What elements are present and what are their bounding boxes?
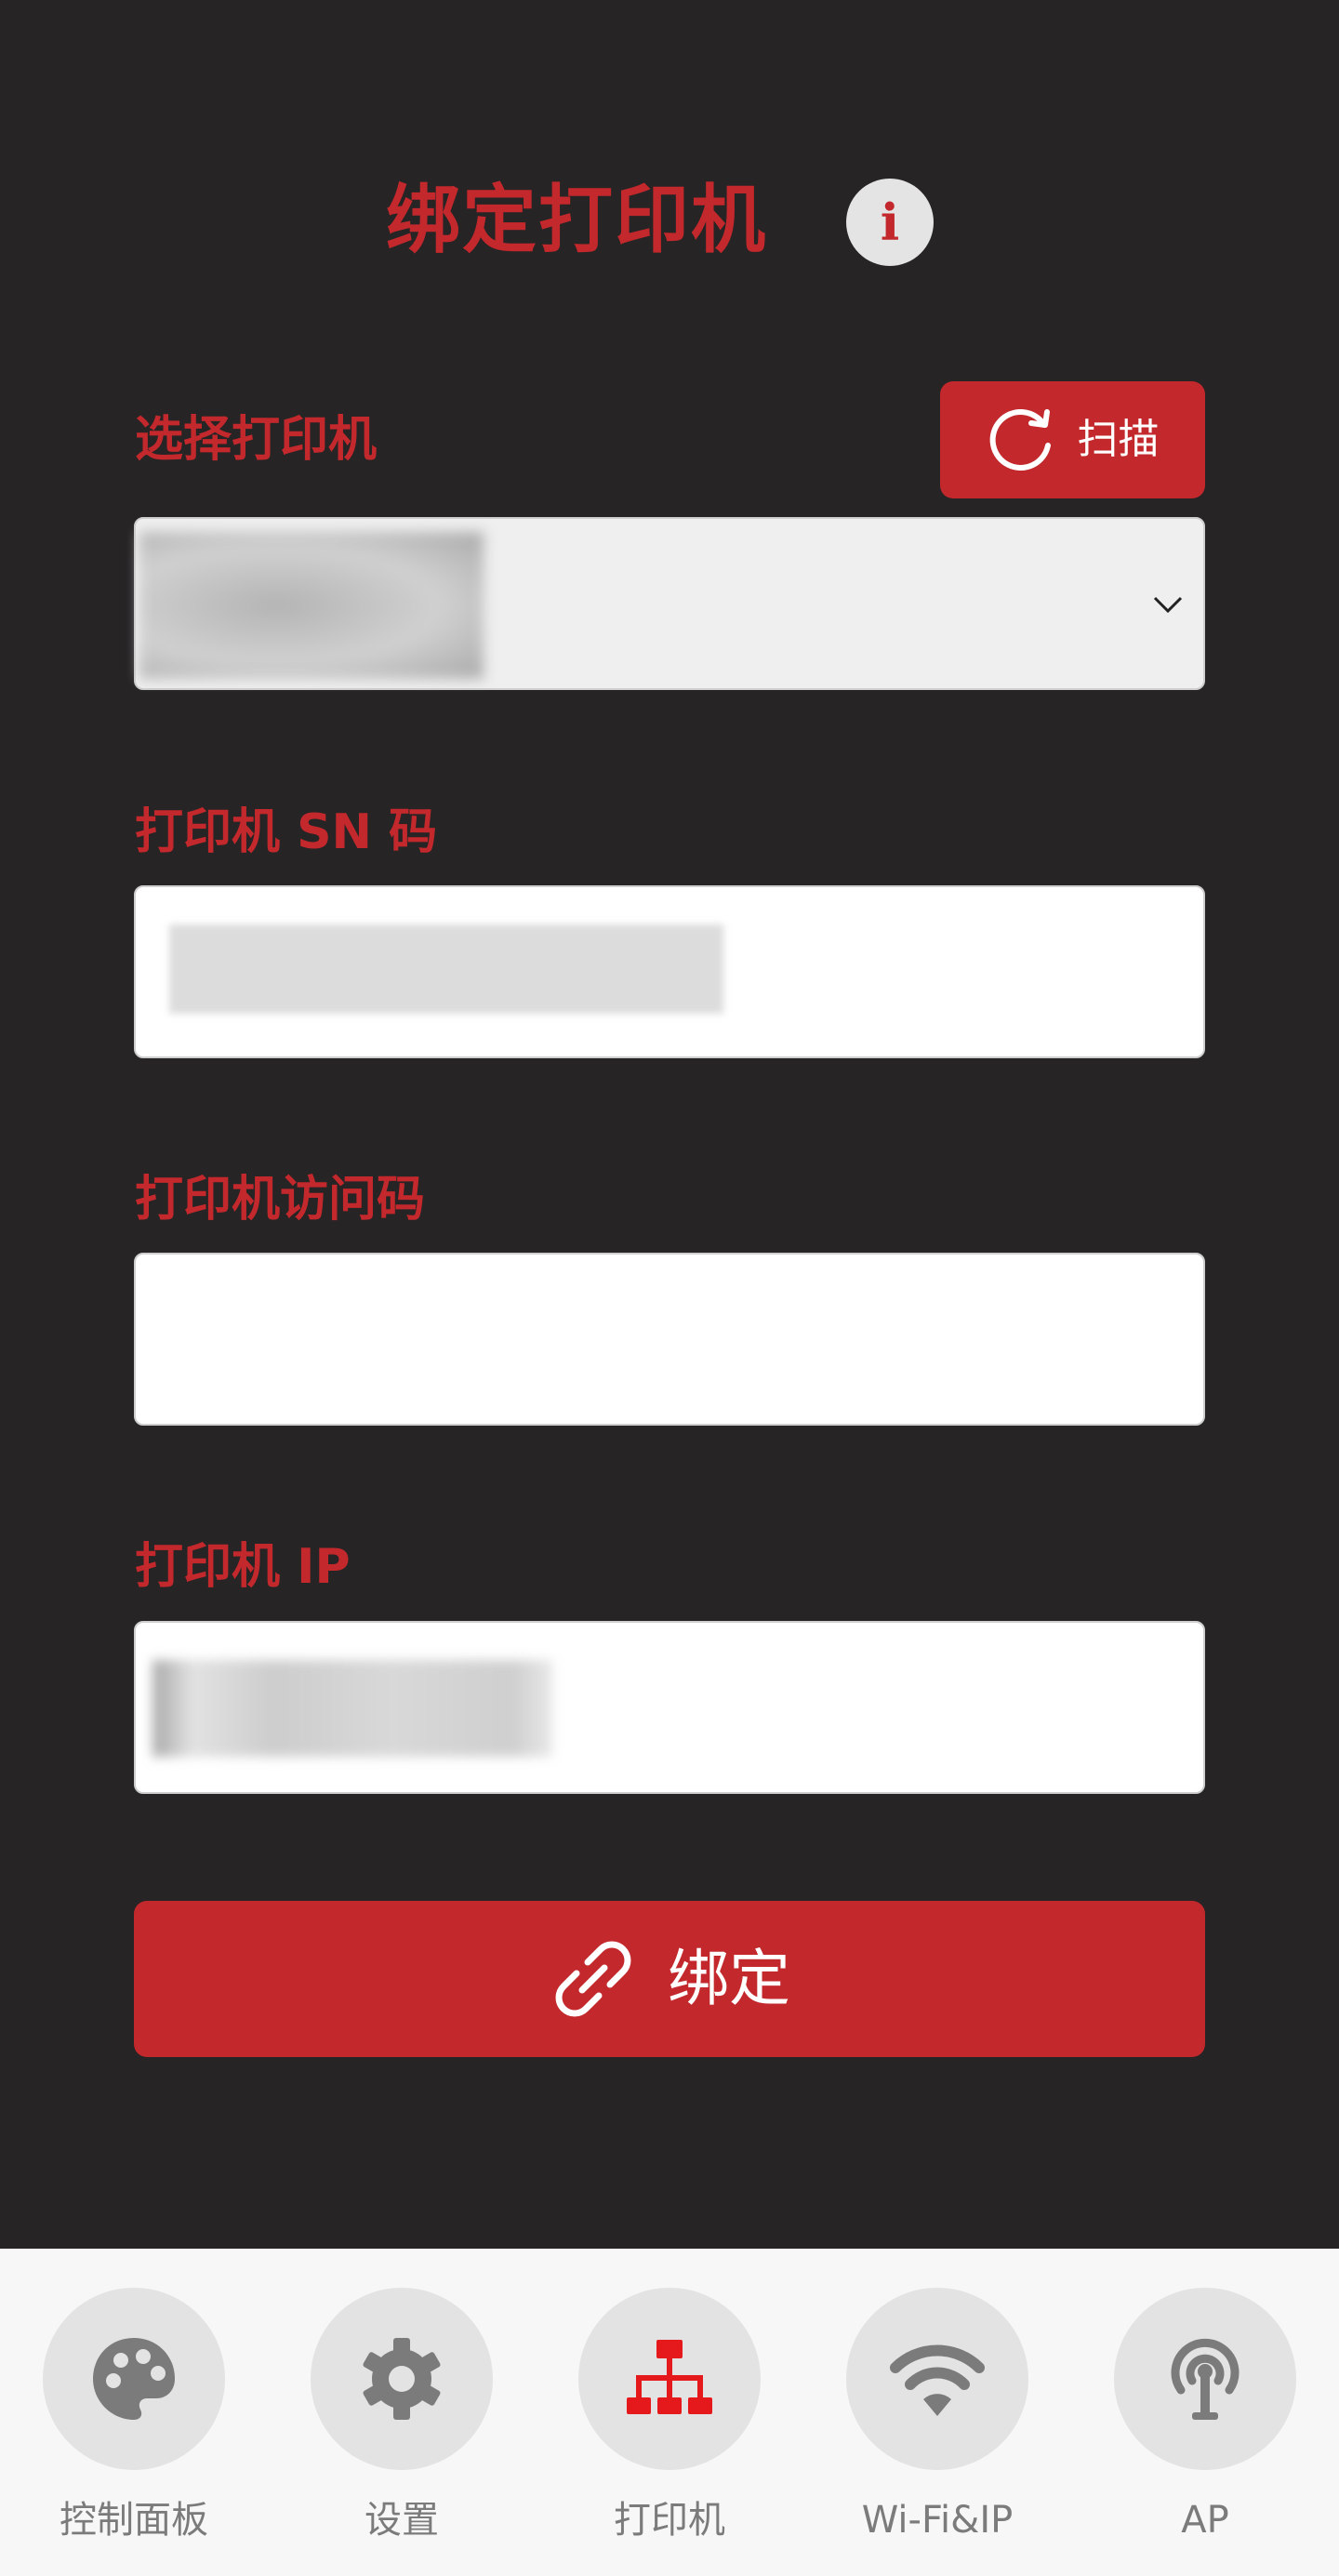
nav-label: 打印机 [614, 2499, 725, 2542]
refresh-icon [989, 409, 1051, 471]
access-code-label: 打印机访问码 [135, 1172, 426, 1228]
wifi-icon [890, 2344, 985, 2416]
ip-label: 打印机 IP [135, 1539, 351, 1595]
scan-button[interactable]: 扫描 [940, 381, 1205, 498]
palette-icon [93, 2338, 175, 2420]
ip-field[interactable] [134, 1621, 1205, 1794]
bind-button[interactable]: 绑定 [134, 1901, 1205, 2057]
redacted-sn-value [169, 924, 723, 1014]
page-title: 绑定打印机 [386, 177, 767, 263]
info-icon[interactable]: i [846, 179, 934, 266]
sn-field[interactable] [134, 885, 1205, 1058]
printer-select[interactable] [134, 517, 1205, 690]
link-icon [555, 1941, 631, 2017]
redacted-ip-value [152, 1660, 552, 1757]
nav-item-settings[interactable]: 设置 [290, 2288, 513, 2557]
nav-label: AP [1181, 2499, 1229, 2542]
redacted-printer-name [139, 532, 484, 679]
chevron-down-icon [1153, 596, 1183, 614]
nav-item-ap[interactable]: AP [1094, 2288, 1317, 2557]
select-printer-label: 选择打印机 [135, 412, 378, 468]
broadcast-icon [1171, 2338, 1240, 2420]
printer-network-icon [627, 2340, 712, 2414]
nav-label: 设置 [365, 2499, 439, 2542]
bottom-nav: 控制面板 设置 打印机 Wi-Fi&IP AP [0, 2249, 1339, 2576]
nav-label: Wi-Fi&IP [861, 2499, 1014, 2542]
nav-item-control-panel[interactable]: 控制面板 [22, 2288, 245, 2557]
nav-label: 控制面板 [60, 2499, 208, 2542]
bind-printer-page: 绑定打印机 i 选择打印机 扫描 打印机 SN 码 打印机访问码 打印机 IP [0, 0, 1339, 2249]
nav-item-wifi[interactable]: Wi-Fi&IP [826, 2288, 1049, 2557]
sn-label: 打印机 SN 码 [135, 804, 438, 860]
access-code-field[interactable] [134, 1253, 1205, 1426]
bind-label: 绑定 [668, 1943, 790, 2014]
gear-icon [363, 2338, 441, 2420]
header: 绑定打印机 i [0, 163, 1339, 284]
nav-item-printer[interactable]: 打印机 [558, 2288, 781, 2557]
scan-label: 扫描 [1077, 416, 1160, 463]
